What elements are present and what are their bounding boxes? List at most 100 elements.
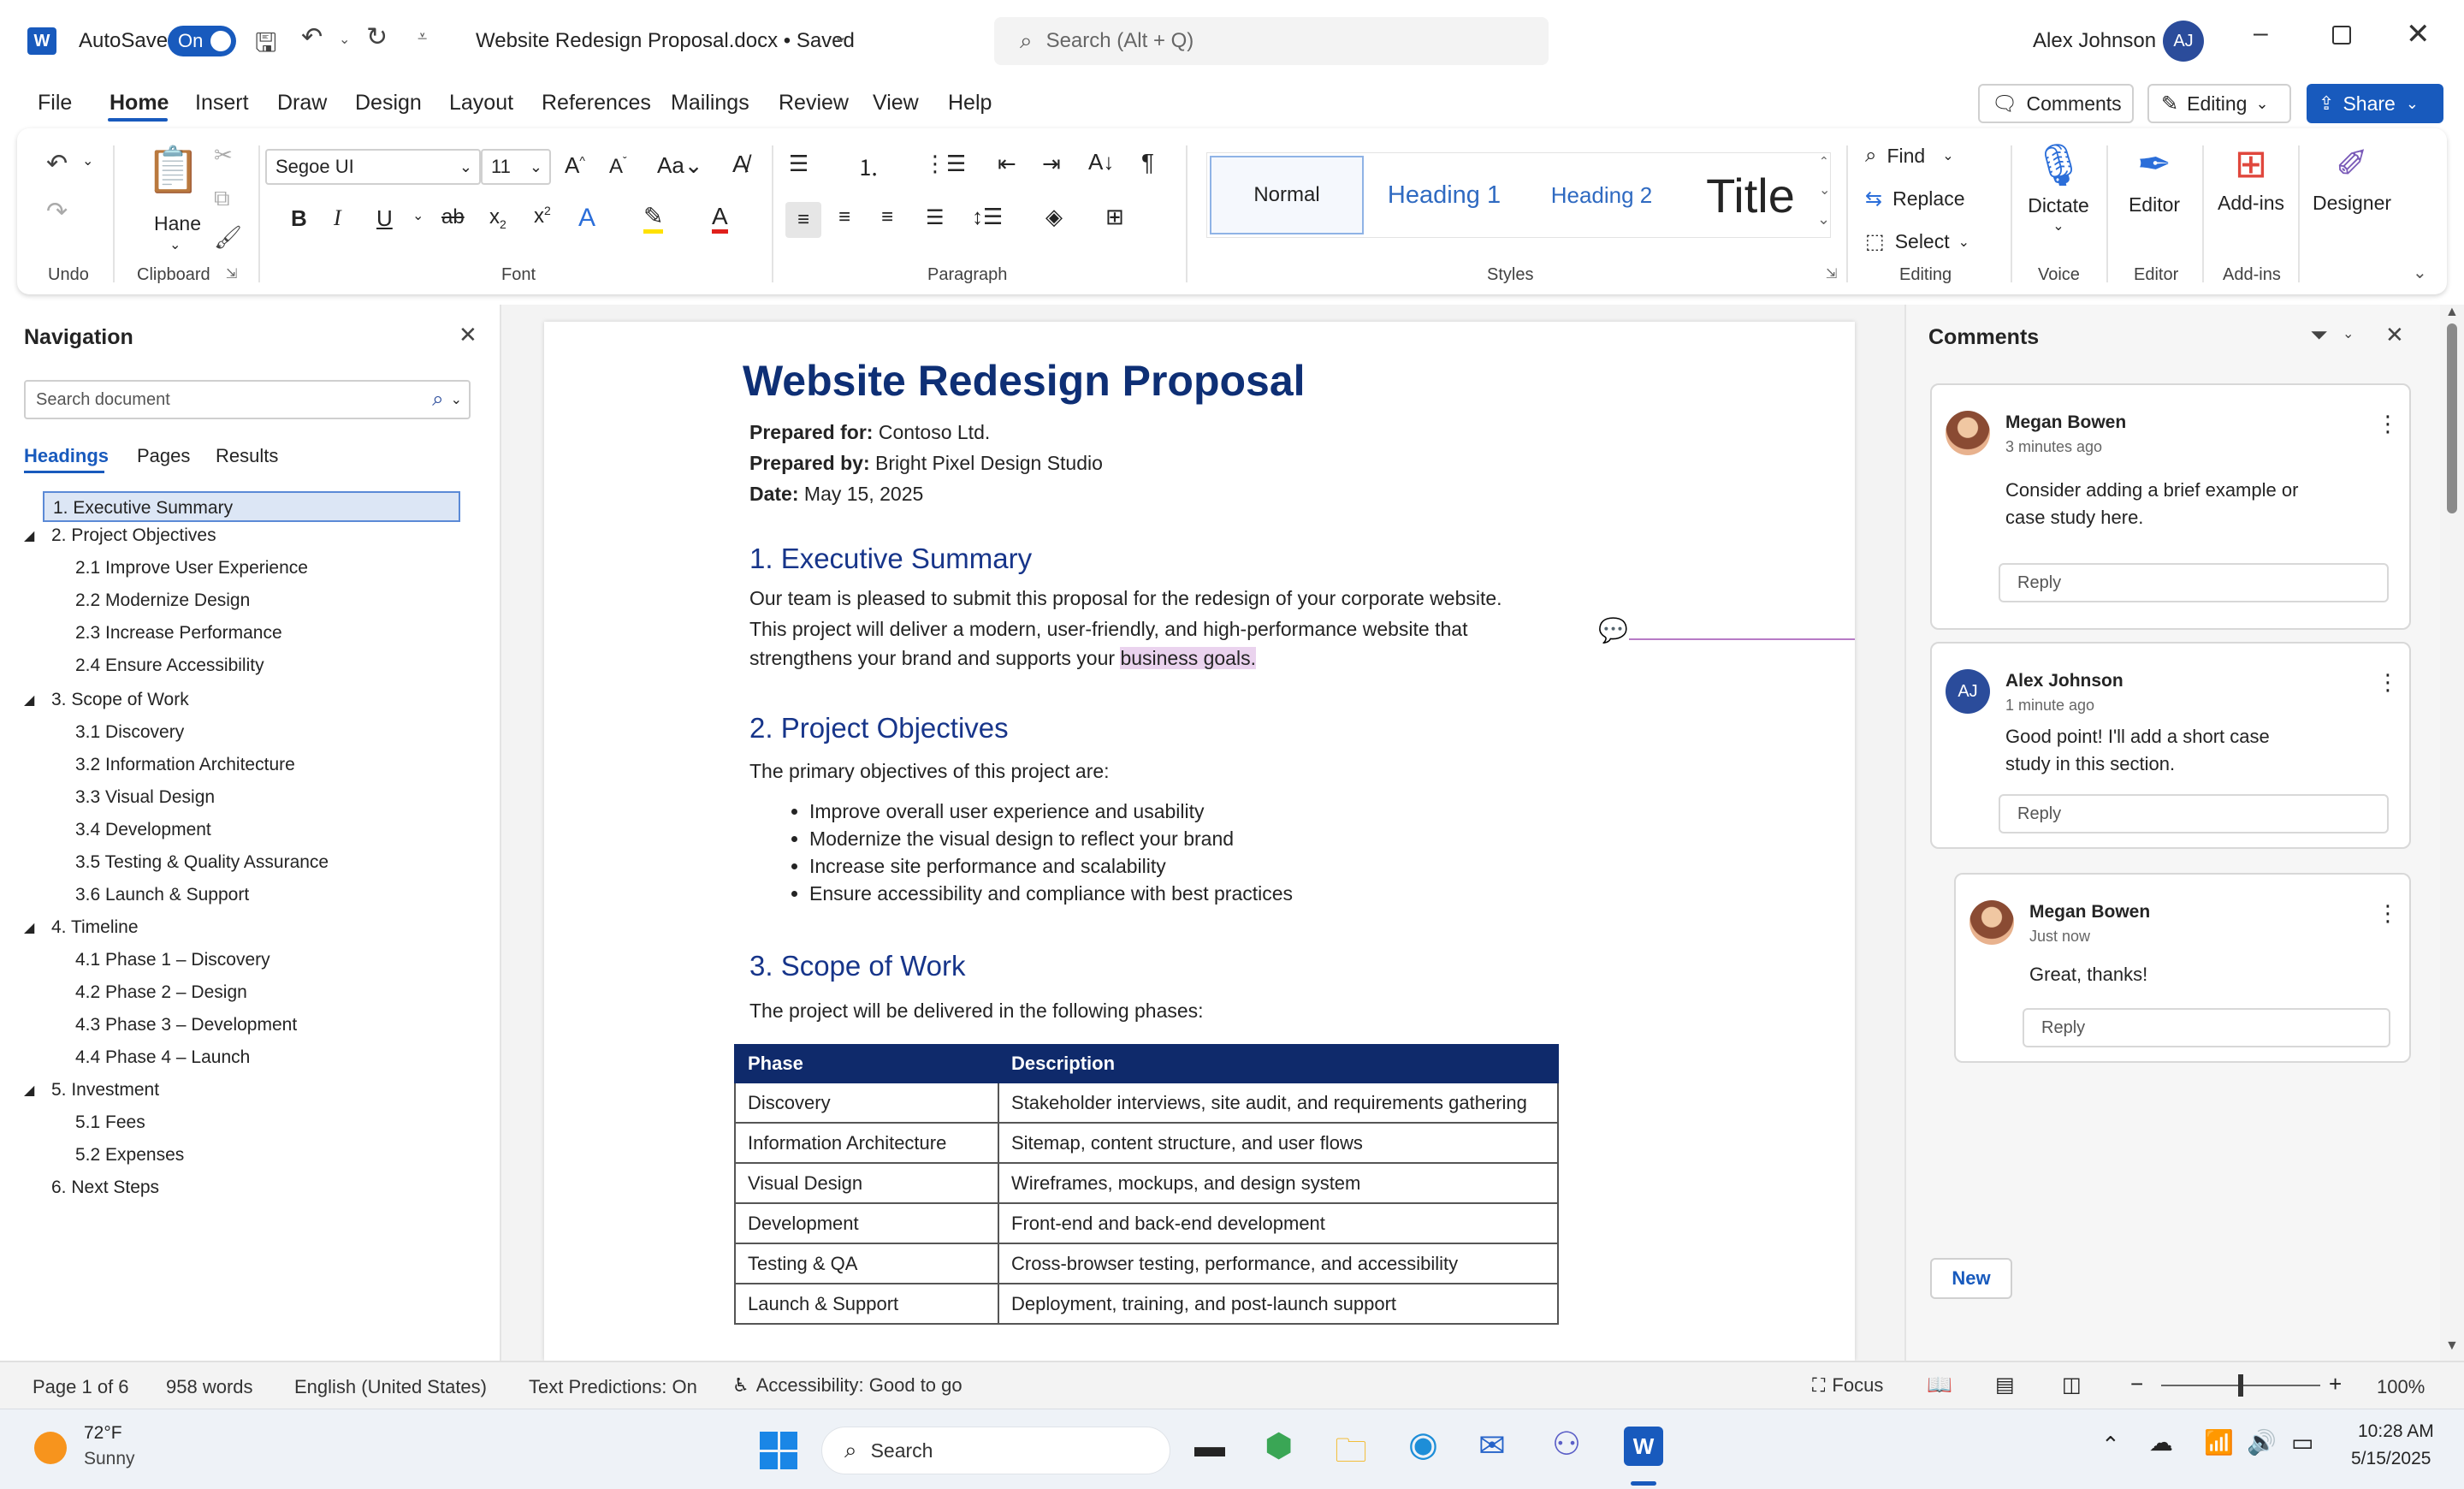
vertical-scrollbar[interactable]: ▲ ▼ <box>2440 305 2464 1361</box>
nav-heading-item[interactable]: 3. Scope of Work <box>51 690 189 710</box>
edge-icon[interactable]: ◉ <box>1408 1425 1438 1464</box>
autosave-toggle[interactable]: On <box>168 26 236 56</box>
nav-heading-item[interactable]: 5. Investment <box>51 1080 159 1100</box>
dialog-launcher-icon[interactable]: ⇲ <box>226 265 237 282</box>
maximize-icon[interactable] <box>2332 26 2351 44</box>
tab-layout[interactable]: Layout <box>449 91 513 116</box>
reply-input[interactable]: Reply <box>2023 1008 2390 1047</box>
dictate-button[interactable]: 🎙 Dictate ⌄ <box>2016 140 2101 260</box>
align-center-icon[interactable]: ≡ <box>838 205 850 229</box>
align-right-icon[interactable]: ≡ <box>881 205 893 229</box>
tab-draw[interactable]: Draw <box>277 91 327 116</box>
share-button[interactable]: ⇪ Share ⌄ <box>2307 84 2443 123</box>
tab-view[interactable]: View <box>873 91 919 116</box>
list-item[interactable]: Modernize the visual design to reflect y… <box>809 825 1293 852</box>
tab-home[interactable]: Home <box>110 91 169 116</box>
multilevel-list-icon[interactable]: ⋮☰ <box>924 151 966 177</box>
numbering-icon[interactable]: ⒈ <box>857 151 880 182</box>
sort-icon[interactable]: A↓ <box>1088 149 1114 175</box>
show-formatting-icon[interactable]: ¶ <box>1141 149 1154 176</box>
web-layout-icon[interactable]: ◫ <box>2062 1373 2082 1397</box>
nav-subheading-item[interactable]: 4.4 Phase 4 – Launch <box>75 1047 250 1068</box>
table-cell[interactable]: Stakeholder interviews, site audit, and … <box>998 1082 1559 1124</box>
decrease-indent-icon[interactable]: ⇤ <box>998 151 1016 177</box>
redo-icon[interactable]: ↷ <box>46 197 68 227</box>
clear-formatting-icon[interactable]: A̸ <box>732 151 749 178</box>
task-view-icon[interactable]: ▬ <box>1194 1428 1225 1464</box>
tab-help[interactable]: Help <box>948 91 992 116</box>
filter-icon[interactable]: ⏷ <box>2310 322 2328 349</box>
nav-subheading-item[interactable]: 2.2 Modernize Design <box>75 590 250 611</box>
comments-button[interactable]: 🗨 Comments <box>1978 84 2134 123</box>
teams-icon[interactable]: ⚇ <box>1552 1425 1581 1463</box>
weather-condition[interactable]: Sunny <box>84 1449 135 1469</box>
minimize-icon[interactable]: – <box>2254 19 2268 48</box>
nav-tab-headings[interactable]: Headings <box>24 445 109 467</box>
nav-tab-results[interactable]: Results <box>216 445 278 467</box>
list-item[interactable]: Improve overall user experience and usab… <box>809 798 1293 825</box>
nav-subheading-item[interactable]: 3.6 Launch & Support <box>75 885 249 905</box>
close-icon[interactable]: ✕ <box>2406 17 2431 51</box>
customize-toolbar-icon[interactable]: ⩡ <box>418 27 427 47</box>
search-document-input[interactable]: Search document ⌕ ⌄ <box>24 380 471 419</box>
objectives-intro[interactable]: The primary objectives of this project a… <box>749 760 1110 783</box>
nav-subheading-item[interactable]: 5.1 Fees <box>75 1112 145 1133</box>
cut-icon[interactable]: ✂ <box>214 142 233 169</box>
shrink-font-icon[interactable]: Aˇ <box>609 154 627 179</box>
zoom-in-icon[interactable]: + <box>2329 1371 2342 1397</box>
nav-subheading-item[interactable]: 3.2 Information Architecture <box>75 755 295 775</box>
heading-executive-summary[interactable]: 1. Executive Summary <box>749 543 1032 575</box>
doc-title[interactable]: Website Redesign Proposal <box>743 356 1306 406</box>
clock-time[interactable]: 10:28 AM <box>2358 1421 2434 1442</box>
comment-card[interactable]: AJ Alex Johnson 1 minute ago ⋮ Good poin… <box>1930 642 2411 849</box>
justify-icon[interactable]: ☰ <box>926 205 945 230</box>
chevron-down-icon[interactable]: ⌄ <box>2343 325 2354 342</box>
designer-button[interactable]: ✐ Designer <box>2305 140 2399 252</box>
exec-paragraph-line[interactable]: strengthens your brand and supports your… <box>749 647 1256 670</box>
font-color-icon[interactable]: A <box>712 204 728 234</box>
nav-subheading-item[interactable]: 4.1 Phase 1 – Discovery <box>75 950 270 970</box>
heading-scope-of-work[interactable]: 3. Scope of Work <box>749 950 966 982</box>
superscript-icon[interactable]: x2 <box>534 204 551 228</box>
format-painter-icon[interactable]: 🖌 <box>214 224 242 251</box>
table-cell[interactable]: Development <box>734 1202 999 1244</box>
text-predictions[interactable]: Text Predictions: On <box>529 1376 697 1398</box>
prepared-by-line[interactable]: Prepared by: Bright Pixel Design Studio <box>749 452 1103 475</box>
tab-file[interactable]: File <box>38 91 72 116</box>
document-page[interactable]: Website Redesign Proposal Prepared for: … <box>544 322 1855 1361</box>
bullets-icon[interactable]: ☰ <box>789 151 808 177</box>
borders-icon[interactable]: ⊞ <box>1105 204 1124 230</box>
scroll-up-icon[interactable]: ▲ <box>2445 305 2459 320</box>
table-cell[interactable]: Testing & QA <box>734 1243 999 1284</box>
file-explorer-icon[interactable]: 🗀 <box>1335 1427 1367 1482</box>
comment-highlight[interactable]: business goals. <box>1120 647 1256 669</box>
expand-triangle-icon[interactable]: ◢ <box>24 527 34 544</box>
page-count[interactable]: Page 1 of 6 <box>33 1376 129 1398</box>
nav-subheading-item[interactable]: 3.5 Testing & Quality Assurance <box>75 852 329 873</box>
table-cell[interactable]: Front-end and back-end development <box>998 1202 1559 1244</box>
style-title[interactable]: Title <box>1682 156 1819 234</box>
nav-heading-item[interactable]: 6. Next Steps <box>51 1178 159 1198</box>
nav-subheading-item[interactable]: 4.2 Phase 2 – Design <box>75 982 247 1003</box>
comment-anchor-icon[interactable]: 💬 <box>1598 616 1628 644</box>
more-options-icon[interactable]: ⋮ <box>2377 669 2399 696</box>
search-box[interactable]: ⌕ Search (Alt + Q) <box>994 17 1549 65</box>
new-comment-button[interactable]: New <box>1930 1258 2012 1299</box>
style-normal[interactable]: Normal <box>1210 156 1364 234</box>
zoom-level[interactable]: 100% <box>2377 1376 2425 1398</box>
dialog-launcher-icon[interactable]: ⇲ <box>1826 265 1837 282</box>
close-icon[interactable]: ✕ <box>459 322 477 348</box>
find-button[interactable]: ⌕ Find ⌄ <box>1865 144 1954 168</box>
paste-button[interactable]: 📋 Hane ⌄ <box>137 144 204 255</box>
prepared-for-line[interactable]: Prepared for: Contoso Ltd. <box>749 421 990 444</box>
change-case-icon[interactable]: Aa⌄ <box>657 152 703 179</box>
editing-mode-button[interactable]: ✎ Editing ⌄ <box>2147 84 2291 123</box>
bold-icon[interactable]: B <box>291 205 307 232</box>
align-left-button[interactable]: ≡ <box>785 202 821 238</box>
zoom-slider-thumb[interactable] <box>2238 1374 2243 1397</box>
nav-subheading-item[interactable]: 3.1 Discovery <box>75 722 184 743</box>
nav-heading-item[interactable]: 1. Executive Summary <box>43 491 460 522</box>
windows-start-icon[interactable] <box>760 1432 797 1469</box>
nav-subheading-item[interactable]: 2.3 Increase Performance <box>75 623 282 644</box>
nav-tab-pages[interactable]: Pages <box>137 445 190 467</box>
